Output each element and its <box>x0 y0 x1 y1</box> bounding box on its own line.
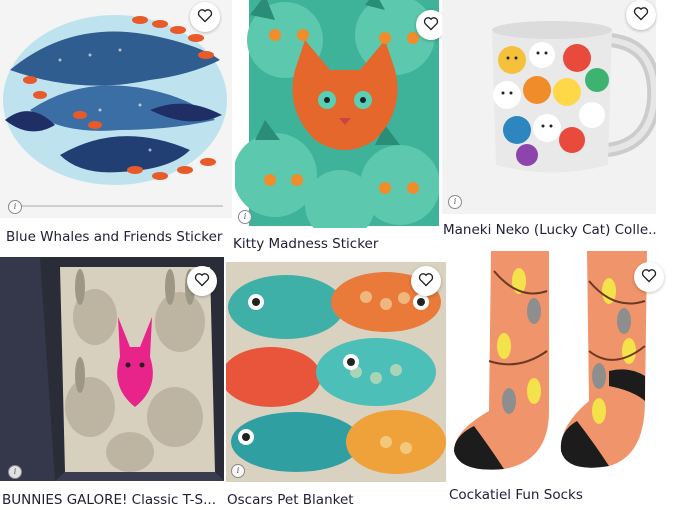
product-image-blue-whales[interactable] <box>0 0 232 218</box>
favorite-button[interactable] <box>187 266 217 296</box>
product-title[interactable]: Maneki Neko (Lucky Cat) Colle.. <box>443 222 659 238</box>
info-icon[interactable]: i <box>231 464 245 478</box>
info-icon[interactable]: i <box>238 210 252 224</box>
product-title[interactable]: Oscars Pet Blanket <box>227 492 442 508</box>
product-title[interactable]: Blue Whales and Friends Sticker <box>6 229 230 245</box>
favorite-button[interactable] <box>190 2 220 32</box>
info-icon[interactable]: i <box>448 195 462 209</box>
product-image-oscars-blanket[interactable] <box>226 262 446 482</box>
info-icon[interactable]: i <box>8 465 22 479</box>
heart-outline-icon <box>641 268 657 287</box>
product-title[interactable]: Cockatiel Fun Socks <box>449 487 669 503</box>
product-image-maneki-neko[interactable] <box>442 0 656 214</box>
product-title[interactable]: Kitty Madness Sticker <box>233 236 433 252</box>
product-image-cockatiel-socks[interactable] <box>449 251 667 475</box>
favorite-button[interactable] <box>626 0 656 30</box>
favorite-button[interactable] <box>634 262 664 292</box>
heart-outline-icon <box>423 16 439 35</box>
heart-outline-icon <box>197 8 213 27</box>
favorite-button[interactable] <box>411 266 441 296</box>
heart-outline-icon <box>633 6 649 25</box>
heart-outline-icon <box>418 272 434 291</box>
product-image-kitty-madness[interactable] <box>235 0 439 228</box>
product-title[interactable]: BUNNIES GALORE! Classic T-S... <box>2 492 222 508</box>
heart-outline-icon <box>194 272 210 291</box>
info-icon[interactable]: i <box>8 200 22 214</box>
